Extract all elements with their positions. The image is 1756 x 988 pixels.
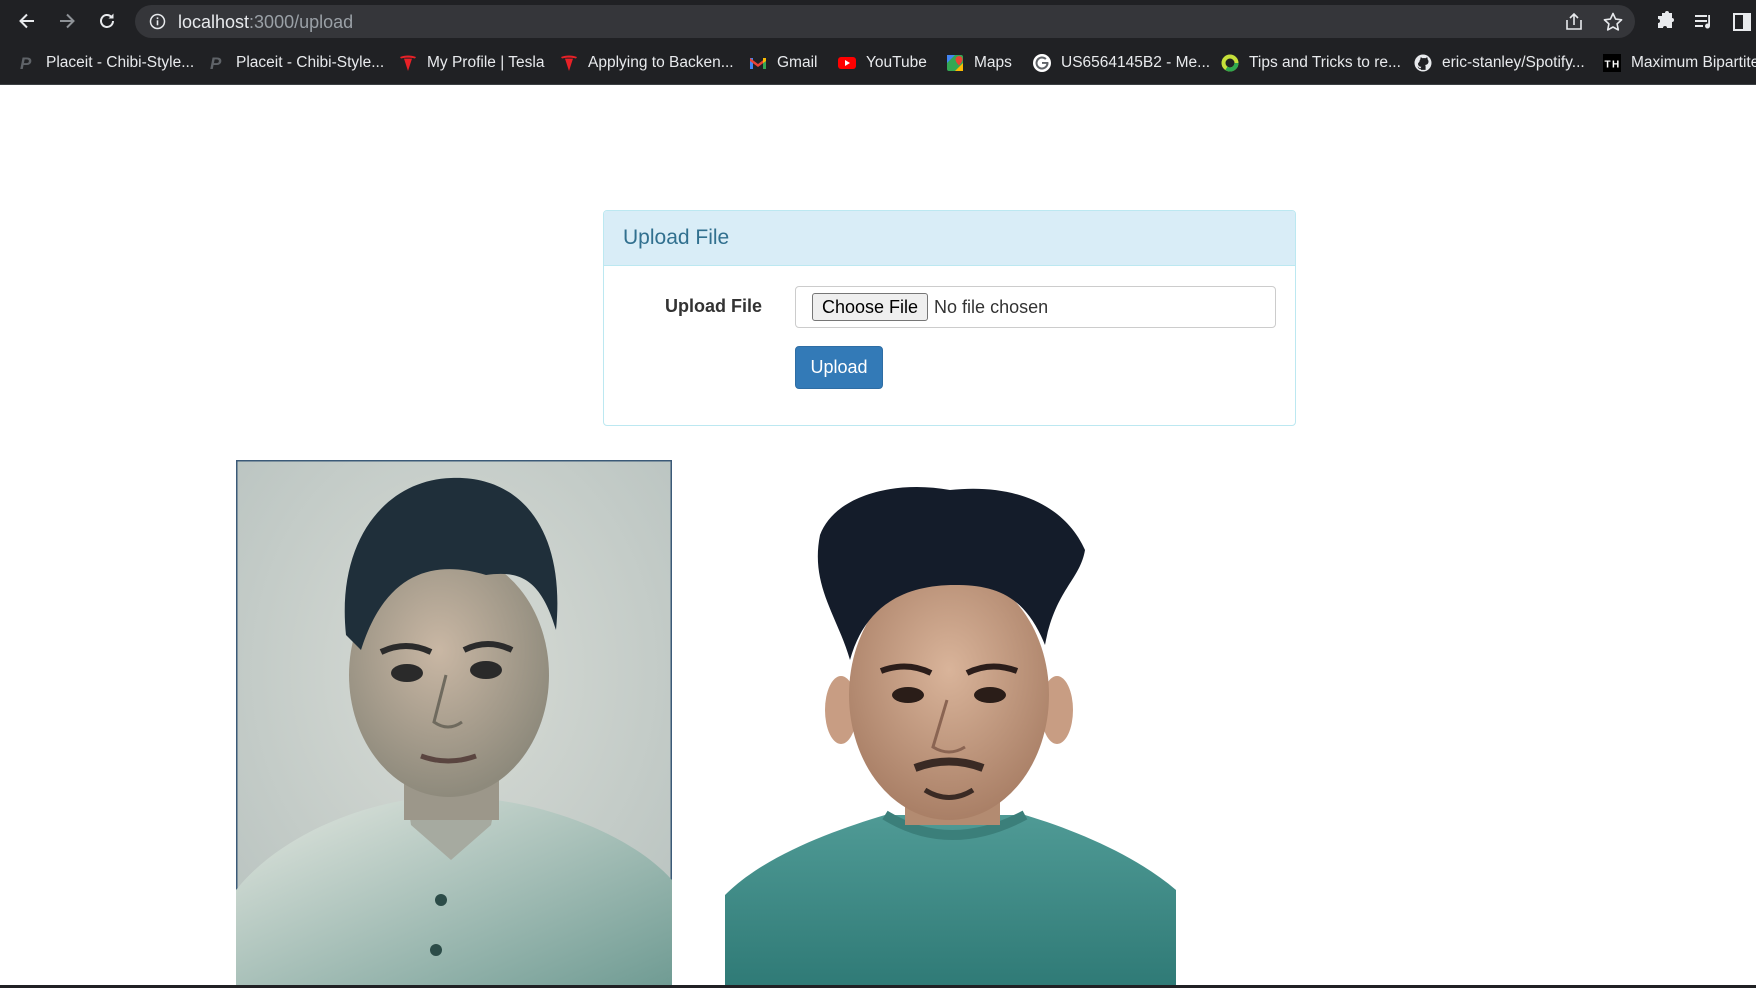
tesla-icon [560, 54, 578, 72]
extensions-puzzle-icon[interactable] [1653, 10, 1677, 34]
browser-toolbar: localhost:3000/upload [0, 0, 1756, 42]
svg-text:P: P [210, 54, 222, 72]
reading-list-icon[interactable] [1692, 10, 1716, 34]
bookmark-item[interactable]: TH Maximum Bipartite [1603, 51, 1756, 75]
bookmark-label: Gmail [777, 54, 818, 71]
svg-text:T: T [1605, 60, 1611, 71]
uploaded-photo-1 [236, 460, 672, 988]
reload-icon[interactable] [93, 7, 121, 35]
info-icon[interactable] [149, 13, 166, 30]
address-bar[interactable]: localhost:3000/upload [135, 5, 1635, 38]
bookmark-label: Maximum Bipartite [1631, 54, 1756, 71]
bookmark-label: Placeit - Chibi-Style... [236, 54, 385, 71]
upload-panel: Upload File Upload File Choose File No f… [603, 210, 1296, 426]
bookmark-label: US6564145B2 - Me... [1061, 54, 1211, 71]
upload-button[interactable]: Upload [795, 346, 883, 389]
bookmark-label: YouTube [866, 54, 927, 71]
url-text: localhost:3000/upload [178, 12, 353, 33]
placeit-icon: P [18, 54, 36, 72]
ring-icon [1221, 54, 1239, 72]
bookmark-item[interactable]: Applying to Backen... [560, 51, 734, 75]
bookmark-label: Maps [974, 54, 1012, 71]
url-path: :3000/upload [249, 12, 354, 32]
bookmark-item[interactable]: P Placeit - Chibi-Style... [208, 51, 384, 75]
th-icon: TH [1603, 54, 1621, 72]
panel-heading: Upload File [604, 211, 1295, 266]
upload-file-label: Upload File [665, 296, 763, 316]
bookmark-label: My Profile | Tesla [427, 54, 545, 71]
bookmark-label: Applying to Backen... [588, 54, 734, 71]
bookmark-item[interactable]: Tips and Tricks to re... [1221, 51, 1401, 75]
forward-arrow-icon[interactable] [53, 7, 81, 35]
bookmarks-bar: P Placeit - Chibi-Style... P Placeit - C… [0, 42, 1756, 85]
github-icon [1414, 54, 1432, 72]
maps-icon [946, 54, 964, 72]
url-host: localhost [178, 12, 250, 32]
placeit-icon: P [208, 54, 226, 72]
tesla-icon [399, 54, 417, 72]
share-icon[interactable] [1563, 11, 1585, 33]
file-status-text: No file chosen [934, 296, 1049, 317]
star-icon[interactable] [1602, 11, 1624, 33]
bookmark-label: Placeit - Chibi-Style... [46, 54, 195, 71]
bookmark-item[interactable]: YouTube [838, 51, 927, 75]
bookmark-item[interactable]: Maps [946, 51, 1012, 75]
bookmark-item[interactable]: US6564145B2 - Me... [1033, 51, 1210, 75]
gmail-icon [749, 54, 767, 72]
uploaded-photo-2 [725, 485, 1176, 988]
back-arrow-icon[interactable] [13, 7, 41, 35]
bookmark-label: Tips and Tricks to re... [1249, 54, 1401, 71]
choose-file-button[interactable]: Choose File [812, 293, 929, 321]
google-icon [1033, 54, 1051, 72]
youtube-icon [838, 54, 856, 72]
bookmark-item[interactable]: P Placeit - Chibi-Style... [18, 51, 194, 75]
side-panel-icon[interactable] [1730, 10, 1754, 34]
bookmark-label: eric-stanley/Spotify... [1442, 54, 1585, 71]
bookmark-item[interactable]: eric-stanley/Spotify... [1414, 51, 1585, 75]
file-input[interactable]: Choose File No file chosen [795, 286, 1276, 328]
svg-text:H: H [1612, 60, 1619, 71]
bookmark-item[interactable]: My Profile | Tesla [399, 51, 544, 75]
svg-text:P: P [20, 54, 32, 72]
bookmark-item[interactable]: Gmail [749, 51, 817, 75]
